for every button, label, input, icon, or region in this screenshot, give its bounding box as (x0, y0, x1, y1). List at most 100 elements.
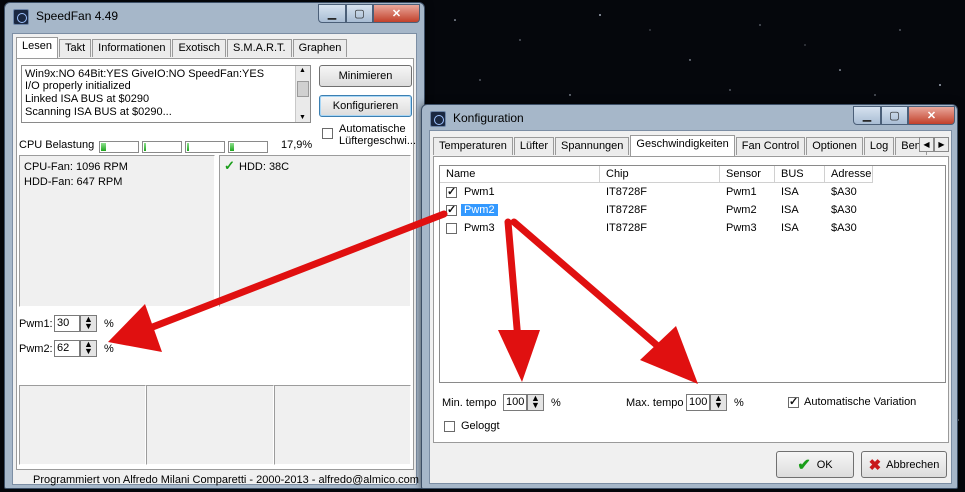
tab-smart[interactable]: S.M.A.R.T. (227, 39, 292, 57)
cpu-core-bar (99, 141, 139, 153)
cpu-usage-value: 17,9% (281, 139, 313, 151)
table-row[interactable]: Pwm2 IT8728F Pwm2 ISA $A30 (440, 202, 945, 220)
cpu-core-bar-fill (101, 143, 106, 151)
row-chip: IT8728F (606, 204, 647, 216)
row-enabled-checkbox[interactable] (446, 223, 457, 234)
column-header-name[interactable]: Name (440, 166, 600, 183)
main-client-area: Lesen Takt Informationen Exotisch S.M.A.… (12, 33, 419, 486)
log-box[interactable]: Win9x:NO 64Bit:YES GiveIO:NO SpeedFan:YE… (21, 65, 311, 123)
tab-log[interactable]: Log (863, 137, 895, 155)
cpu-core-bar (185, 141, 225, 153)
table-row[interactable]: Pwm3 IT8728F Pwm3 ISA $A30 (440, 220, 945, 238)
config-title-bar[interactable]: Konfiguration ▁ ▢ ✕ (422, 105, 957, 131)
max-tempo-input[interactable]: 100 (686, 394, 710, 411)
scroll-thumb[interactable] (297, 81, 309, 97)
config-client-area: Temperaturen Lüfter Spannungen Geschwind… (429, 130, 952, 484)
temp-ok-check-icon: ✓ (224, 158, 235, 173)
auto-variation-label: Automatische Variation (804, 396, 917, 408)
cpu-core-bar (228, 141, 268, 153)
row-name: Pwm3 (464, 222, 495, 234)
cpu-core-bar-fill (230, 143, 234, 151)
temperature-reading: HDD: 38C (239, 161, 290, 173)
auto-variation-checkbox[interactable] (788, 395, 799, 408)
log-line: I/O properly initialized (25, 80, 131, 92)
cpu-usage-label: CPU Belastung (19, 139, 95, 151)
cancel-x-icon: ✖ (868, 456, 882, 474)
speedfan-app-icon (13, 9, 29, 25)
table-row[interactable]: Pwm1 IT8728F Pwm1 ISA $A30 (440, 184, 945, 202)
log-line: Win9x:NO 64Bit:YES GiveIO:NO SpeedFan:YE… (25, 68, 265, 80)
pwm2-input[interactable]: 62 (54, 340, 80, 357)
tab-temperaturen[interactable]: Temperaturen (433, 137, 513, 155)
scroll-up-icon[interactable]: ▲ (299, 67, 306, 74)
column-header-bus[interactable]: BUS (775, 166, 825, 183)
tab-spannungen[interactable]: Spannungen (555, 137, 630, 155)
max-tempo-unit: % (734, 397, 744, 409)
fan-readings-box: CPU-Fan: 1096 RPM HDD-Fan: 647 RPM (19, 155, 215, 307)
info-box-1 (19, 385, 146, 465)
logged-checkbox[interactable] (444, 421, 455, 432)
cancel-button[interactable]: ✖ Abbrechen (861, 451, 947, 478)
column-header-address[interactable]: Adresse (825, 166, 873, 183)
minimize-app-button[interactable]: Minimieren (319, 65, 412, 87)
maximize-window-button[interactable]: ▢ (346, 4, 373, 23)
configure-button[interactable]: Konfigurieren (319, 95, 412, 117)
row-bus: ISA (781, 222, 799, 234)
row-sensor: Pwm1 (726, 186, 757, 198)
min-tempo-unit: % (551, 397, 561, 409)
auto-fan-speed-checkbox[interactable] (322, 128, 333, 139)
main-tab-strip: Lesen Takt Informationen Exotisch S.M.A.… (16, 37, 348, 58)
pwm1-spinner[interactable]: ▲ ▼ (80, 315, 97, 332)
tab-informationen[interactable]: Informationen (92, 39, 172, 57)
pwm2-label: Pwm2: (19, 343, 53, 355)
cpu-core-bar-fill (187, 143, 189, 151)
ok-button[interactable]: ✔ OK (776, 451, 854, 478)
ok-check-icon: ✔ (797, 456, 811, 474)
max-tempo-spinner[interactable]: ▲ ▼ (710, 394, 727, 411)
log-line: Linked ISA BUS at $0290 (25, 93, 150, 105)
fan-reading: HDD-Fan: 647 RPM (24, 176, 123, 188)
pwm1-input[interactable]: 30 (54, 315, 80, 332)
config-minimize-button[interactable]: ▁ (853, 106, 881, 125)
auto-fan-speed-label: Automatische Lüftergeschwi... (339, 123, 417, 147)
column-header-chip[interactable]: Chip (600, 166, 720, 183)
fan-reading: CPU-Fan: 1096 RPM (24, 161, 128, 173)
configuration-window: Konfiguration ▁ ▢ ✕ Temperaturen Lüfter … (421, 104, 958, 489)
footer-credits: Programmiert von Alfredo Milani Comparet… (33, 474, 419, 486)
min-tempo-input[interactable]: 100 (503, 394, 527, 411)
info-box-3 (274, 385, 411, 465)
logged-label: Geloggt (461, 420, 500, 432)
tab-exotisch[interactable]: Exotisch (172, 39, 227, 57)
pwm2-spinner[interactable]: ▲ ▼ (80, 340, 97, 357)
speeds-list[interactable]: Name Chip Sensor BUS Adresse Pwm1 IT8728… (439, 165, 946, 383)
column-header-sensor[interactable]: Sensor (720, 166, 775, 183)
row-bus: ISA (781, 204, 799, 216)
config-maximize-button[interactable]: ▢ (881, 106, 908, 125)
min-tempo-label: Min. tempo (442, 397, 497, 409)
minimize-window-button[interactable]: ▁ (318, 4, 346, 23)
log-scrollbar[interactable]: ▲ ▼ (295, 66, 310, 122)
tab-geschwindigkeiten[interactable]: Geschwindigkeiten (630, 135, 735, 156)
close-window-button[interactable]: ✕ (373, 4, 420, 23)
tab-graphen[interactable]: Graphen (292, 39, 348, 57)
temperature-readings-box: ✓ HDD: 38C (219, 155, 411, 307)
pwm1-label: Pwm1: (19, 318, 53, 330)
row-address: $A30 (831, 186, 857, 198)
config-window-title: Konfiguration (453, 111, 524, 125)
row-enabled-checkbox[interactable] (446, 203, 457, 216)
tab-takt[interactable]: Takt (58, 39, 92, 57)
main-title-bar[interactable]: SpeedFan 4.49 ▁ ▢ ✕ (5, 3, 424, 29)
tab-fan-control[interactable]: Fan Control (735, 137, 806, 155)
ok-button-label: OK (816, 458, 833, 471)
tab-scroll-right-button[interactable]: ▶ (934, 137, 949, 152)
config-close-button[interactable]: ✕ (908, 106, 955, 125)
tab-optionen[interactable]: Optionen (806, 137, 863, 155)
min-tempo-spinner[interactable]: ▲ ▼ (527, 394, 544, 411)
tab-luefter[interactable]: Lüfter (513, 137, 555, 155)
readings-panel: Win9x:NO 64Bit:YES GiveIO:NO SpeedFan:YE… (16, 58, 417, 470)
cpu-core-bar (142, 141, 182, 153)
scroll-down-icon[interactable]: ▼ (299, 114, 306, 121)
tab-scroll-left-button[interactable]: ◀ (919, 137, 934, 152)
row-enabled-checkbox[interactable] (446, 185, 457, 198)
tab-lesen[interactable]: Lesen (16, 37, 58, 58)
